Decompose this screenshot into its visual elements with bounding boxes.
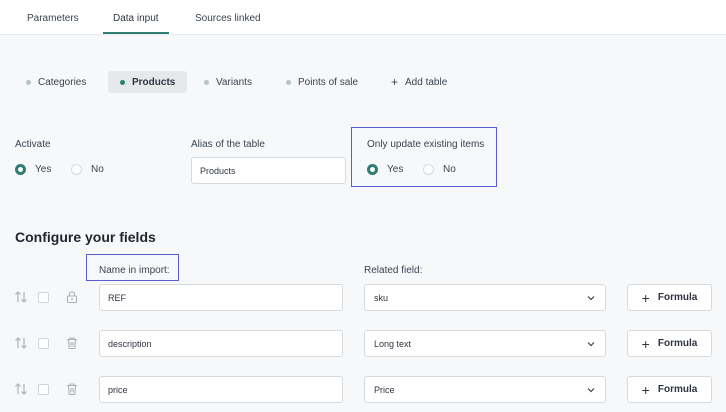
formula-label: Formula (657, 292, 698, 303)
plus-icon: + (641, 381, 650, 398)
only-update-no-radio[interactable]: No (423, 164, 456, 175)
formula-button[interactable]: + Formula (627, 376, 712, 403)
sort-icon[interactable] (14, 336, 28, 350)
row-checkbox[interactable] (38, 338, 49, 349)
formula-label: Formula (657, 338, 698, 349)
alias-label: Alias of the table (191, 139, 265, 150)
related-field-select[interactable]: Price (364, 376, 606, 403)
related-field-value: Long text (374, 338, 412, 349)
import-name-input[interactable]: REF (99, 284, 343, 311)
chevron-down-icon (587, 295, 595, 300)
table-tab-points-of-sale[interactable]: Points of sale (274, 71, 370, 93)
radio-label: Yes (387, 164, 404, 175)
only-update-yes-radio[interactable]: Yes (367, 164, 403, 175)
activate-no-radio[interactable]: No (71, 164, 104, 175)
table-tab-variants[interactable]: Variants (192, 71, 264, 93)
table-tab-label: Points of sale (298, 76, 359, 88)
radio-checked-icon (367, 164, 378, 175)
table-tab-categories[interactable]: Categories (14, 71, 98, 93)
only-update-label: Only update existing items (367, 139, 485, 150)
top-tab-bar: Parameters Data input Sources linked (0, 0, 726, 35)
lock-icon (66, 291, 78, 304)
configure-fields-title: Configure your fields (15, 229, 156, 245)
radio-checked-icon (15, 164, 26, 175)
status-dot-icon (286, 79, 291, 85)
row-checkbox[interactable] (38, 292, 49, 303)
tab-data-input[interactable]: Data input (113, 13, 159, 24)
related-field-select[interactable]: Long text (364, 330, 606, 357)
chevron-down-icon (587, 387, 595, 392)
row-checkbox[interactable] (38, 384, 49, 395)
plus-icon: + (641, 335, 650, 352)
formula-button[interactable]: + Formula (627, 330, 712, 357)
trash-icon[interactable] (65, 336, 79, 350)
status-dot-icon (204, 79, 209, 85)
radio-unchecked-icon (71, 164, 82, 175)
radio-unchecked-icon (423, 164, 434, 175)
only-update-highlight (351, 127, 497, 187)
add-table-button[interactable]: + Add table (379, 71, 459, 93)
table-tab-label: Categories (38, 76, 87, 88)
radio-label: Yes (35, 164, 52, 175)
radio-label: No (91, 164, 104, 175)
plus-icon: + (391, 75, 399, 89)
radio-label: No (443, 164, 456, 175)
trash-icon[interactable] (65, 382, 79, 396)
status-dot-icon (120, 79, 125, 85)
tab-sources-linked[interactable]: Sources linked (195, 13, 261, 24)
table-tab-label: Variants (216, 76, 252, 88)
related-field-value: sku (374, 292, 389, 303)
tab-parameters[interactable]: Parameters (27, 13, 79, 24)
import-name-input[interactable]: price (99, 376, 343, 403)
status-dot-icon (26, 79, 31, 85)
sort-icon[interactable] (14, 382, 28, 396)
import-name-input[interactable]: description (99, 330, 343, 357)
sort-icon[interactable] (14, 290, 28, 304)
table-tab-label: Products (132, 76, 176, 88)
formula-label: Formula (657, 384, 698, 395)
name-in-import-header: Name in import: (99, 265, 170, 276)
formula-button[interactable]: + Formula (627, 284, 712, 311)
plus-icon: + (641, 289, 650, 306)
table-tab-products[interactable]: Products (108, 71, 188, 93)
activate-yes-radio[interactable]: Yes (15, 164, 51, 175)
alias-input[interactable]: Products (191, 157, 346, 184)
related-field-header: Related field: (364, 265, 423, 276)
add-table-label: Add table (405, 76, 448, 88)
related-field-value: Price (374, 384, 395, 395)
active-tab-indicator (103, 32, 169, 34)
chevron-down-icon (587, 341, 595, 346)
related-field-select[interactable]: sku (364, 284, 606, 311)
activate-label: Activate (15, 139, 51, 150)
